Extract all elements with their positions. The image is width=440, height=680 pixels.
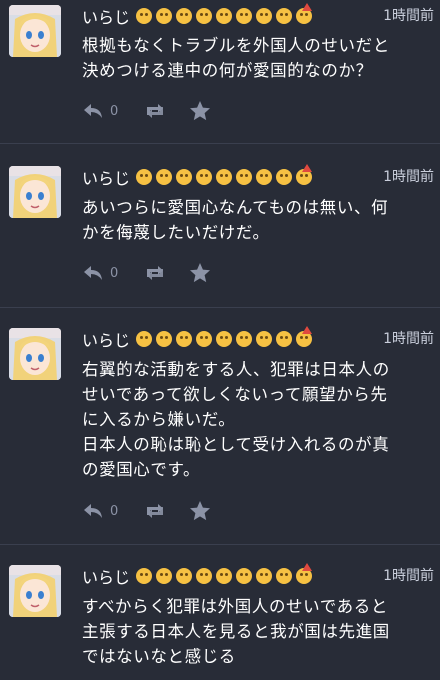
avatar[interactable]	[9, 328, 61, 380]
reply-button[interactable]: 0	[82, 264, 118, 282]
avatar[interactable]	[9, 5, 61, 57]
content-line: せいであって欲しくないって願望から先	[82, 385, 388, 404]
content-line: に入るから嫌いだ。	[82, 410, 236, 429]
display-name[interactable]: いらじ	[82, 165, 130, 189]
woozy-face-emoji	[156, 331, 173, 347]
reblog-button[interactable]	[143, 102, 167, 120]
kissing-face-emoji	[136, 568, 153, 584]
zany-face-emoji	[276, 8, 293, 24]
status-feed: いらじ 1時間前 根拠もなくトラブルを外国人のせいだと 決めつける連中の何が愛国…	[0, 0, 440, 680]
favourite-button[interactable]	[189, 262, 211, 284]
status-item[interactable]: いらじ 1時間前 右翼的な活動をする人、犯罪は日本人の せいであって欲しくないっ…	[0, 308, 440, 545]
kissing-face-emoji	[136, 169, 153, 185]
star-icon	[190, 501, 211, 521]
partying-face-emoji	[296, 3, 313, 24]
content-line: 主張する日本人を見ると我が国は先進国	[82, 622, 390, 641]
favourite-button[interactable]	[189, 500, 211, 522]
partying-face-emoji	[296, 563, 313, 584]
status-time[interactable]: 1時間前	[383, 3, 434, 29]
grinning-face-emoji	[236, 331, 253, 347]
thinking-face-emoji	[216, 568, 233, 584]
worried-face-emoji	[196, 568, 213, 584]
kissing-face-emoji	[136, 8, 153, 24]
avatar[interactable]	[9, 166, 61, 218]
status-content: 根拠もなくトラブルを外国人のせいだと 決めつける連中の何が愛国的なのか？	[82, 33, 432, 83]
reblog-button[interactable]	[143, 502, 167, 520]
content-line: 右翼的な活動をする人、犯罪は日本人の	[82, 360, 390, 379]
partying-face-emoji	[296, 326, 313, 347]
status-content: 右翼的な活動をする人、犯罪は日本人の せいであって欲しくないって願望から先 に入…	[82, 357, 432, 482]
status-item[interactable]: いらじ 1時間前 すべからく犯罪は外国人のせいであると 主張する日本人を見ると我…	[0, 545, 440, 680]
content-line: ではないなと感じる	[82, 647, 236, 666]
worried-face-emoji	[196, 331, 213, 347]
zany-face-emoji	[276, 568, 293, 584]
status-item[interactable]: いらじ 1時間前 あいつらに愛国心なんてものは無い、何 かを侮蔑したいだけだ。 …	[0, 144, 440, 308]
grinning-face-emoji	[236, 8, 253, 24]
star-icon	[190, 101, 211, 121]
reply-button[interactable]: 0	[82, 102, 118, 120]
status-item[interactable]: いらじ 1時間前 根拠もなくトラブルを外国人のせいだと 決めつける連中の何が愛国…	[0, 0, 440, 144]
hugging-face-emoji	[256, 169, 273, 185]
reply-icon	[84, 104, 102, 118]
status-actions: 0	[82, 499, 211, 523]
content-line: すべからく犯罪は外国人のせいであると	[82, 597, 388, 616]
content-line: 根拠もなくトラブルを外国人のせいだと	[82, 36, 390, 55]
star-icon	[190, 263, 211, 283]
content-line: あいつらに愛国心なんてものは無い、何	[82, 198, 389, 217]
thinking-face-emoji	[216, 8, 233, 24]
display-name[interactable]: いらじ	[82, 327, 130, 351]
woozy-face-emoji	[156, 169, 173, 185]
status-header: いらじ	[82, 164, 316, 190]
status-time[interactable]: 1時間前	[383, 563, 434, 589]
status-header: いらじ	[82, 3, 316, 29]
face-with-rolling-eyes-emoji	[176, 169, 193, 185]
woozy-face-emoji	[156, 568, 173, 584]
status-time[interactable]: 1時間前	[383, 326, 434, 352]
retweet-icon	[147, 104, 164, 118]
thinking-face-emoji	[216, 169, 233, 185]
grinning-face-emoji	[236, 169, 253, 185]
reply-count: 0	[110, 103, 119, 119]
woozy-face-emoji	[156, 8, 173, 24]
content-line: 決めつける連中の何が愛国的なのか？	[82, 61, 373, 80]
worried-face-emoji	[196, 169, 213, 185]
reply-icon	[84, 504, 102, 518]
status-header: いらじ	[82, 326, 316, 352]
retweet-icon	[147, 504, 164, 518]
status-content: すべからく犯罪は外国人のせいであると 主張する日本人を見ると我が国は先進国 では…	[82, 594, 432, 669]
retweet-icon	[147, 266, 164, 280]
favourite-button[interactable]	[189, 100, 211, 122]
reply-button[interactable]: 0	[82, 502, 118, 520]
zany-face-emoji	[276, 169, 293, 185]
hugging-face-emoji	[256, 8, 273, 24]
avatar[interactable]	[9, 565, 61, 617]
content-line: 日本人の恥は恥として受け入れるのが真	[82, 435, 390, 454]
thinking-face-emoji	[216, 331, 233, 347]
content-line: の愛国心です。	[82, 460, 201, 479]
status-content: あいつらに愛国心なんてものは無い、何 かを侮蔑したいだけだ。	[82, 195, 432, 245]
status-actions: 0	[82, 261, 211, 285]
status-header: いらじ	[82, 563, 316, 589]
zany-face-emoji	[276, 331, 293, 347]
reblog-button[interactable]	[143, 264, 167, 282]
reply-count: 0	[110, 503, 119, 519]
reply-count: 0	[110, 265, 119, 281]
display-name[interactable]: いらじ	[82, 564, 130, 588]
face-with-rolling-eyes-emoji	[176, 568, 193, 584]
status-actions: 0	[82, 99, 211, 123]
grinning-face-emoji	[236, 568, 253, 584]
hugging-face-emoji	[256, 331, 273, 347]
reply-icon	[84, 266, 102, 280]
display-name[interactable]: いらじ	[82, 4, 130, 28]
face-with-rolling-eyes-emoji	[176, 8, 193, 24]
partying-face-emoji	[296, 164, 313, 185]
hugging-face-emoji	[256, 568, 273, 584]
status-time[interactable]: 1時間前	[383, 164, 434, 190]
face-with-rolling-eyes-emoji	[176, 331, 193, 347]
kissing-face-emoji	[136, 331, 153, 347]
content-line: かを侮蔑したいだけだ。	[82, 223, 270, 242]
worried-face-emoji	[196, 8, 213, 24]
